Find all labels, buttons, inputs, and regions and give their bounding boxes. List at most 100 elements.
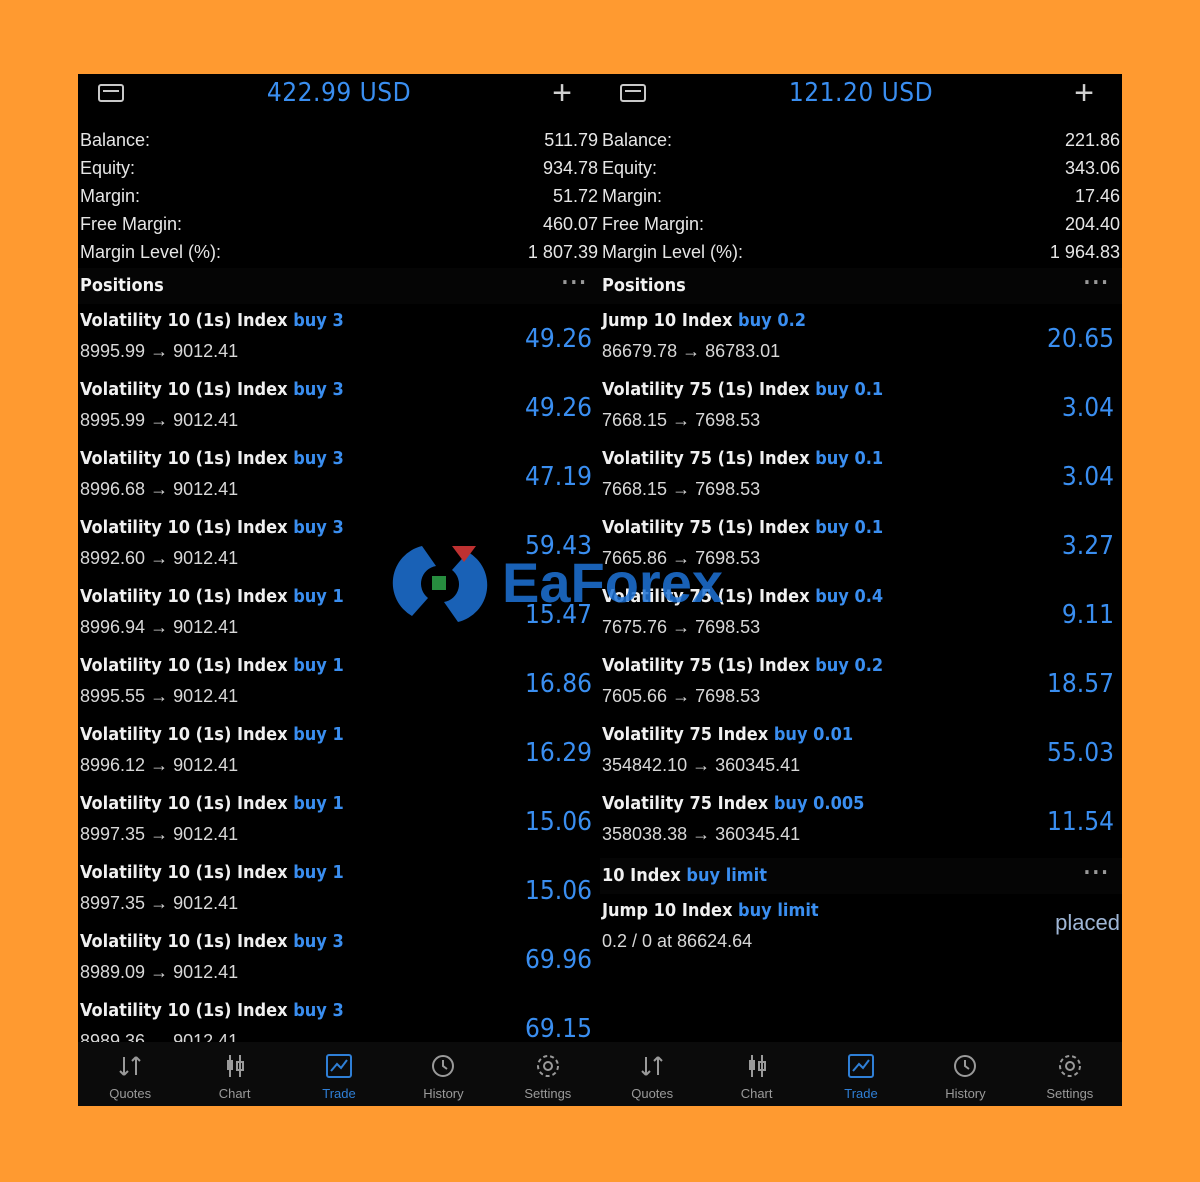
free-margin-value: 204.40 (1064, 214, 1120, 234)
position-profit: 55.03 (1047, 738, 1114, 768)
position-symbol-line: Volatility 10 (1s) Index buy 1 (80, 586, 344, 607)
position-symbol-line: Volatility 75 (1s) Index buy 0.4 (602, 586, 883, 607)
position-row[interactable]: Volatility 75 (1s) Index buy 0.4 7675.76 … (600, 580, 1122, 649)
margin-level-label: Margin Level (%): (602, 242, 744, 262)
position-profit: 47.19 (525, 462, 592, 492)
position-symbol: Volatility 10 (1s) Index (80, 310, 288, 331)
position-profit: 3.27 (1061, 531, 1114, 561)
margin-value: 51.72 (552, 186, 598, 206)
position-row[interactable]: Jump 10 Index buy 0.2 86679.78 → 86783.01… (600, 304, 1122, 373)
position-row[interactable]: Volatility 75 Index buy 0.005 358038.38 →… (600, 787, 1122, 856)
nav-quotes[interactable]: Quotes (78, 1042, 182, 1106)
position-direction: buy 0.01 (773, 724, 854, 745)
more-options-icon[interactable]: ··· (561, 264, 588, 300)
position-direction: buy 0.4 (815, 586, 884, 607)
position-row[interactable]: Volatility 10 (1s) Index buy 3 8996.68 → … (78, 442, 600, 511)
position-direction: buy 0.005 (773, 793, 865, 814)
position-row[interactable]: Volatility 10 (1s) Index buy 1 8996.94 → … (78, 580, 600, 649)
chart-icon (182, 1048, 286, 1084)
position-prices: 8989.09 → 9012.41 (80, 962, 239, 982)
position-row[interactable]: Volatility 75 (1s) Index buy 0.1 7668.15 … (600, 373, 1122, 442)
position-direction: buy 0.2 (738, 310, 807, 331)
margin-level-row: Margin Level (%): 1 807.39 (78, 238, 600, 266)
nav-chart[interactable]: Chart (182, 1042, 286, 1106)
position-row[interactable]: Volatility 10 (1s) Index buy 3 8992.60 → … (78, 511, 600, 580)
position-row[interactable]: Volatility 75 Index buy 0.01 354842.10 → … (600, 718, 1122, 787)
bottom-navigation: Quotes Chart Trade History Settings (78, 1042, 600, 1106)
chart-icon (704, 1048, 808, 1084)
nav-history[interactable]: History (913, 1042, 1017, 1106)
nav-trade[interactable]: Trade (809, 1042, 913, 1106)
nav-label: Chart (740, 1086, 773, 1101)
position-symbol: Volatility 10 (1s) Index (80, 517, 288, 538)
position-symbol-line: Jump 10 Index buy 0.2 (602, 310, 806, 331)
position-symbol-line: Volatility 10 (1s) Index buy 3 (80, 448, 344, 469)
position-profit: 69.15 (525, 1014, 592, 1044)
trade-icon (809, 1048, 913, 1084)
more-options-icon[interactable]: ··· (1083, 264, 1110, 300)
positions-title: Positions (602, 275, 686, 296)
margin-value: 17.46 (1074, 186, 1120, 206)
nav-history[interactable]: History (391, 1042, 495, 1106)
position-row[interactable]: Volatility 10 (1s) Index buy 1 8997.35 → … (78, 787, 600, 856)
nav-label: History (423, 1086, 464, 1101)
free-margin-label: Free Margin: (80, 214, 183, 234)
left-trade-panel: 422.99 USD + Balance: 511.79 Equity: 934.7… (78, 74, 600, 1106)
position-prices: 7605.66 → 7698.53 (602, 686, 761, 706)
position-row[interactable]: Volatility 10 (1s) Index buy 1 8996.12 → … (78, 718, 600, 787)
position-row[interactable]: Volatility 75 (1s) Index buy 0.1 7665.86 … (600, 511, 1122, 580)
free-margin-value: 460.07 (542, 214, 598, 234)
position-direction: buy 3 (293, 517, 344, 538)
nav-settings[interactable]: Settings (1018, 1042, 1122, 1106)
position-row[interactable]: Volatility 75 (1s) Index buy 0.2 7605.66 … (600, 649, 1122, 718)
position-row[interactable]: Volatility 75 (1s) Index buy 0.1 7668.15 … (600, 442, 1122, 511)
position-symbol: Volatility 75 (1s) Index (602, 517, 810, 538)
position-prices: 8992.60 → 9012.41 (80, 548, 239, 568)
position-row[interactable]: Volatility 10 (1s) Index buy 3 8989.09 → … (78, 925, 600, 994)
equity-label: Equity: (602, 158, 658, 178)
quotes-icon (78, 1048, 182, 1084)
position-direction: buy 0.1 (815, 517, 884, 538)
position-profit: 16.29 (525, 738, 592, 768)
nav-chart[interactable]: Chart (704, 1042, 808, 1106)
more-options-icon[interactable]: ··· (1083, 854, 1110, 890)
free-margin-row: Free Margin: 460.07 (78, 210, 600, 238)
nav-quotes[interactable]: Quotes (600, 1042, 704, 1106)
quotes-icon (600, 1048, 704, 1084)
position-prices: 8995.55 → 9012.41 (80, 686, 239, 706)
position-direction: buy 1 (293, 586, 344, 607)
position-row[interactable]: Volatility 10 (1s) Index buy 1 8997.35 → … (78, 856, 600, 925)
nav-label: Settings (524, 1086, 572, 1101)
position-row[interactable]: Volatility 10 (1s) Index buy 1 8995.55 → … (78, 649, 600, 718)
position-symbol: Volatility 10 (1s) Index (80, 1000, 288, 1021)
positions-list: Volatility 10 (1s) Index buy 3 8995.99 → … (78, 304, 600, 1063)
nav-label: Trade (844, 1086, 878, 1101)
nav-settings[interactable]: Settings (496, 1042, 600, 1106)
position-symbol: Volatility 75 (1s) Index (602, 586, 810, 607)
margin-level-value: 1 964.83 (1049, 242, 1120, 262)
position-profit: 59.43 (525, 531, 592, 561)
top-bar: 121.20 USD + (600, 74, 1122, 114)
position-symbol-line: Volatility 75 Index buy 0.005 (602, 793, 864, 814)
position-direction: buy 1 (293, 724, 344, 745)
nav-trade[interactable]: Trade (287, 1042, 391, 1106)
balance-row: Balance: 511.79 (78, 126, 600, 154)
equity-row: Equity: 934.78 (78, 154, 600, 182)
position-symbol-line: Volatility 75 (1s) Index buy 0.1 (602, 379, 883, 400)
position-symbol: Volatility 75 Index (602, 724, 769, 745)
position-direction: buy 1 (293, 655, 344, 676)
position-symbol: Volatility 10 (1s) Index (80, 793, 288, 814)
history-icon (913, 1048, 1017, 1084)
margin-row: Margin: 51.72 (78, 182, 600, 210)
margin-level-label: Margin Level (%): (80, 242, 222, 262)
position-row[interactable]: Volatility 10 (1s) Index buy 3 8995.99 → … (78, 373, 600, 442)
order-row[interactable]: Jump 10 Index buy limit 0.2 / 0 at 86624… (600, 894, 1122, 963)
plus-icon[interactable]: + (1074, 76, 1094, 110)
position-symbol: Volatility 10 (1s) Index (80, 931, 288, 952)
position-row[interactable]: Volatility 10 (1s) Index buy 3 8995.99 → … (78, 304, 600, 373)
position-prices: 8995.99 → 9012.41 (80, 410, 239, 430)
nav-label: History (945, 1086, 986, 1101)
plus-icon[interactable]: + (552, 76, 572, 110)
positions-header: Positions ··· (78, 268, 600, 304)
balance-label: Balance: (602, 130, 673, 150)
